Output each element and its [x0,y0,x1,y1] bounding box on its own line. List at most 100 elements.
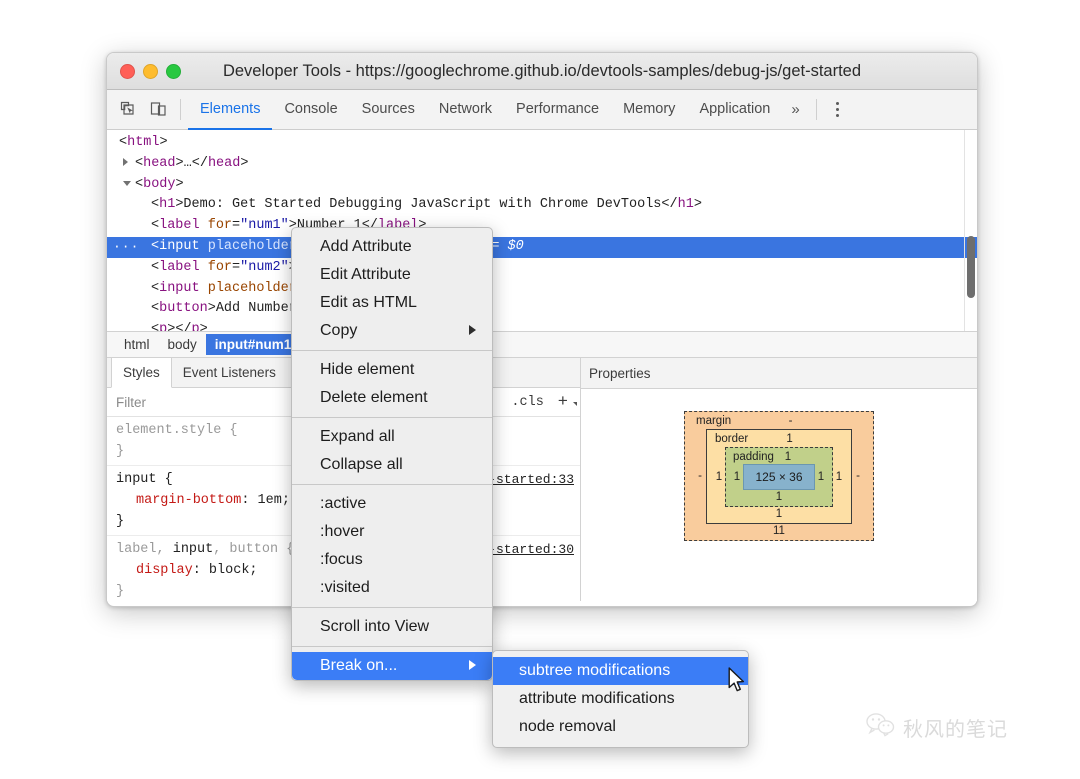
new-style-rule-button[interactable]: + [551,393,580,412]
breadcrumb-item-html[interactable]: html [115,334,159,355]
menu-item-break-on[interactable]: Break on... [292,652,492,680]
css-property-value[interactable]: block; [209,563,258,578]
dom-node[interactable]: <html> [107,133,977,154]
context-menu[interactable]: Add Attribute Edit Attribute Edit as HTML C… [291,227,493,681]
dom-tree-rows: <html> <head>…</head> <body> <h1>Demo: Get … [107,133,977,331]
box-model-border-top[interactable]: 1 [784,433,796,445]
menu-item-edit-attribute[interactable]: Edit Attribute [292,261,492,289]
toggle-class-button[interactable]: .cls [504,395,550,410]
submenu-item-subtree-modifications[interactable]: subtree modifications [493,657,748,685]
more-tabs-chevron-icon[interactable]: » [782,90,808,129]
tab-application[interactable]: Application [687,90,782,130]
kebab-menu-icon[interactable] [824,90,852,129]
dom-token-punc: </ [175,322,192,331]
dom-node[interactable]: <label for="num2">Number 2</label> [107,258,977,279]
tab-styles[interactable]: Styles [111,358,172,389]
dom-node[interactable]: <input placeholder="Number 2" id="num2"> [107,279,977,300]
submenu-item-node-removal[interactable]: node removal [493,713,748,741]
tab-network[interactable]: Network [427,90,504,130]
menu-item-delete-element[interactable]: Delete element [292,384,492,412]
dom-token-punc: = [232,218,241,234]
css-property-name[interactable]: margin-bottom [136,493,241,508]
dom-node[interactable]: <label for="num1">Number 1</label> [107,216,977,237]
css-property-name[interactable]: display [136,563,193,578]
dom-token-punc: </ [661,197,678,213]
box-model-margin[interactable]: margin - - border 1 1 padding 1 1 125 × … [684,411,874,541]
menu-item-hide-element[interactable]: Hide element [292,356,492,384]
menu-item-add-attribute[interactable]: Add Attribute [292,233,492,261]
box-model-border-left[interactable]: 1 [713,471,725,483]
css-selector-part: input { [116,472,173,488]
dom-token-punc: > [159,135,168,150]
box-model-border-bottom[interactable]: 1 [713,507,845,520]
dom-tree[interactable]: <html> <head>…</head> <body> <h1>Demo: Get … [107,130,977,331]
box-model-margin-top[interactable]: - [785,415,797,427]
menu-item-scroll-into-view[interactable]: Scroll into View [292,613,492,641]
dom-node-selected[interactable]: ···<input placeholder="Number 1" id="num… [107,236,977,258]
tab-console[interactable]: Console [272,90,349,130]
box-model-border[interactable]: border 1 1 padding 1 1 125 × 36 1 1 1 1 [706,429,852,524]
box-model-padding[interactable]: padding 1 1 125 × 36 1 1 [725,447,833,507]
dom-token-punc: > [175,176,184,192]
minimize-window-button[interactable] [143,63,158,79]
menu-item-focus[interactable]: :focus [292,546,492,574]
dom-node[interactable]: <button>Add Number 1 and Number 2</butto… [107,299,977,320]
expand-triangle-icon[interactable] [123,157,128,166]
inspect-element-icon[interactable] [113,90,143,129]
breadcrumb-item-input[interactable]: input#num1 [205,334,301,355]
tab-sources[interactable]: Sources [350,90,427,130]
box-model-content[interactable]: 125 × 36 [743,464,815,490]
dom-token-attr: for [207,218,233,234]
tab-performance[interactable]: Performance [504,90,611,130]
collapse-triangle-icon[interactable] [123,180,131,186]
dom-node[interactable]: <h1>Demo: Get Started Debugging JavaScri… [107,195,977,216]
dom-tree-scrollbar-thumb[interactable] [967,236,975,298]
menu-item-label: Copy [320,322,358,339]
css-colon: : [241,493,258,509]
zoom-window-button[interactable] [166,63,181,79]
dom-token-punc: > [199,322,208,331]
tab-properties[interactable]: Properties [589,366,651,381]
menu-item-collapse-all[interactable]: Collapse all [292,451,492,479]
break-on-submenu[interactable]: subtree modifications attribute modificat… [492,650,749,748]
box-model-margin-bottom[interactable]: 11 [694,524,864,537]
dom-token-txt: … [183,155,192,171]
tab-elements[interactable]: Elements [188,90,273,130]
close-window-button[interactable] [120,63,135,79]
box-model-diagram[interactable]: margin - - border 1 1 padding 1 1 125 × … [684,411,874,541]
dom-token-txt: Demo: Get Started Debugging JavaScript w… [183,197,662,213]
dom-token-attr: for [207,259,233,275]
box-model-padding-left[interactable]: 1 [731,471,743,483]
dom-token-tag: input [159,238,200,254]
box-model-padding-bottom[interactable]: 1 [731,490,827,503]
traffic-light-group [120,63,181,79]
dom-node[interactable]: <p></p> [107,320,977,331]
submenu-item-attribute-modifications[interactable]: attribute modifications [493,685,748,713]
menu-item-visited[interactable]: :visited [292,574,492,602]
dom-token-punc: > [207,301,216,317]
dom-node[interactable]: <body> [107,175,977,196]
node-overflow-badge[interactable]: ··· [113,239,139,254]
box-model-padding-right[interactable]: 1 [815,471,827,483]
box-model-margin-right[interactable]: - [852,470,864,482]
box-model-margin-left[interactable]: - [694,470,706,482]
dom-token-tag: p [159,322,168,331]
box-model-padding-top[interactable]: 1 [782,451,794,463]
tab-event-listeners[interactable]: Event Listeners [172,358,287,387]
dom-node[interactable]: <head>…</head> [107,154,977,175]
menu-item-copy[interactable]: Copy [292,317,492,345]
css-property-value[interactable]: 1em; [258,493,290,508]
tab-memory[interactable]: Memory [611,90,687,130]
css-selector-part: , button { [213,542,295,558]
box-model-border-right[interactable]: 1 [833,471,845,483]
dom-tree-scrollbar[interactable] [964,130,977,331]
breadcrumb-item-body[interactable]: body [159,334,206,355]
menu-item-active[interactable]: :active [292,490,492,518]
device-toolbar-icon[interactable] [143,90,173,129]
breadcrumb: html body input#num1 [107,331,977,358]
menu-item-expand-all[interactable]: Expand all [292,423,492,451]
menu-item-label: Expand all [320,428,395,445]
menu-item-edit-as-html[interactable]: Edit as HTML [292,289,492,317]
menu-item-label: Edit Attribute [320,266,411,283]
menu-item-hover[interactable]: :hover [292,518,492,546]
